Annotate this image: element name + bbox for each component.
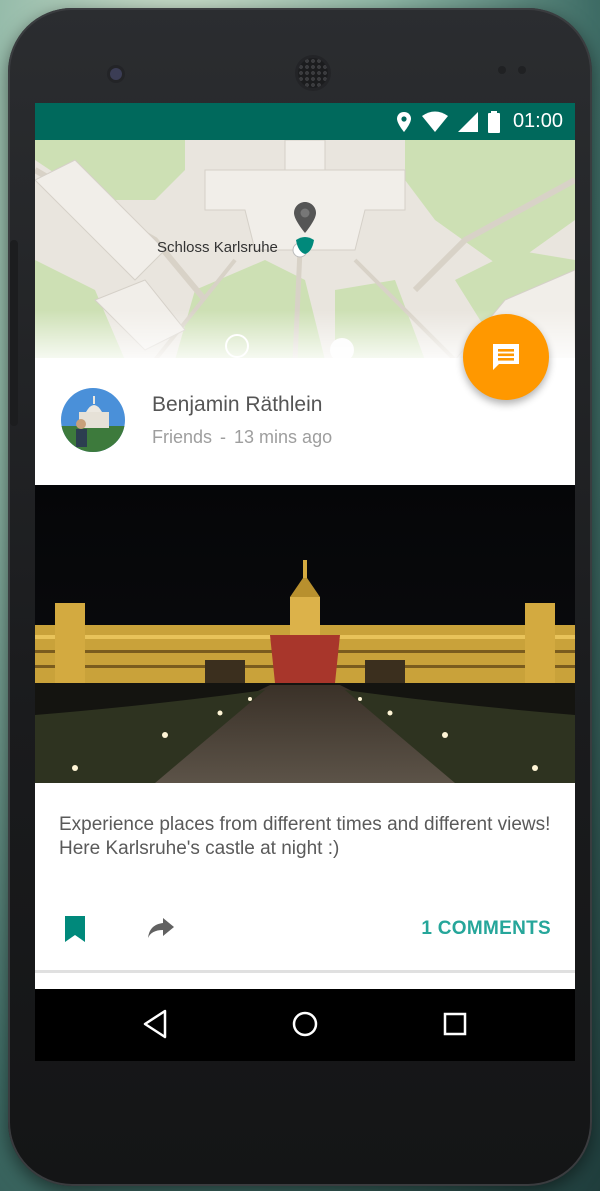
light-sensor <box>518 66 526 74</box>
screen: 01:00 Schloss Karlsruhe Benjamin Räthlei… <box>35 103 575 1061</box>
share-icon[interactable] <box>147 917 175 939</box>
proximity-sensor <box>498 66 506 74</box>
post-photo[interactable] <box>35 485 575 783</box>
location-icon <box>396 111 411 132</box>
recents-icon[interactable] <box>440 1007 470 1041</box>
status-bar: 01:00 <box>35 103 575 140</box>
post-meta: Friends -13 mins ago <box>152 427 332 448</box>
card-divider <box>35 970 575 973</box>
battery-icon <box>487 110 500 133</box>
bookmark-icon[interactable] <box>63 915 87 943</box>
map-place-label: Schloss Karlsruhe <box>157 239 278 256</box>
side-button <box>10 240 18 426</box>
comments-button[interactable]: 1 COMMENTS <box>421 918 551 940</box>
front-camera <box>110 68 122 80</box>
audience-label: Friends <box>152 427 213 447</box>
avatar[interactable] <box>61 388 125 452</box>
author-name[interactable]: Benjamin Räthlein <box>152 393 322 417</box>
back-icon[interactable] <box>140 1007 170 1041</box>
message-fab[interactable] <box>463 314 549 400</box>
home-icon[interactable] <box>290 1007 320 1041</box>
castle-night-image <box>35 485 575 783</box>
map-marker-icon[interactable] <box>290 200 320 260</box>
navigation-bar <box>35 989 575 1061</box>
post-actions: 1 COMMENTS <box>35 903 575 953</box>
post-caption: Experience places from different times a… <box>59 814 551 859</box>
timestamp: 13 mins ago <box>234 427 333 447</box>
meta-separator: - <box>220 427 227 447</box>
message-icon <box>493 344 519 370</box>
clock: 01:00 <box>512 110 563 132</box>
cell-signal-icon <box>457 111 478 132</box>
earpiece-speaker <box>298 58 328 88</box>
post-card: Benjamin Räthlein Friends -13 mins ago E… <box>35 358 575 1008</box>
wifi-icon <box>421 111 448 132</box>
